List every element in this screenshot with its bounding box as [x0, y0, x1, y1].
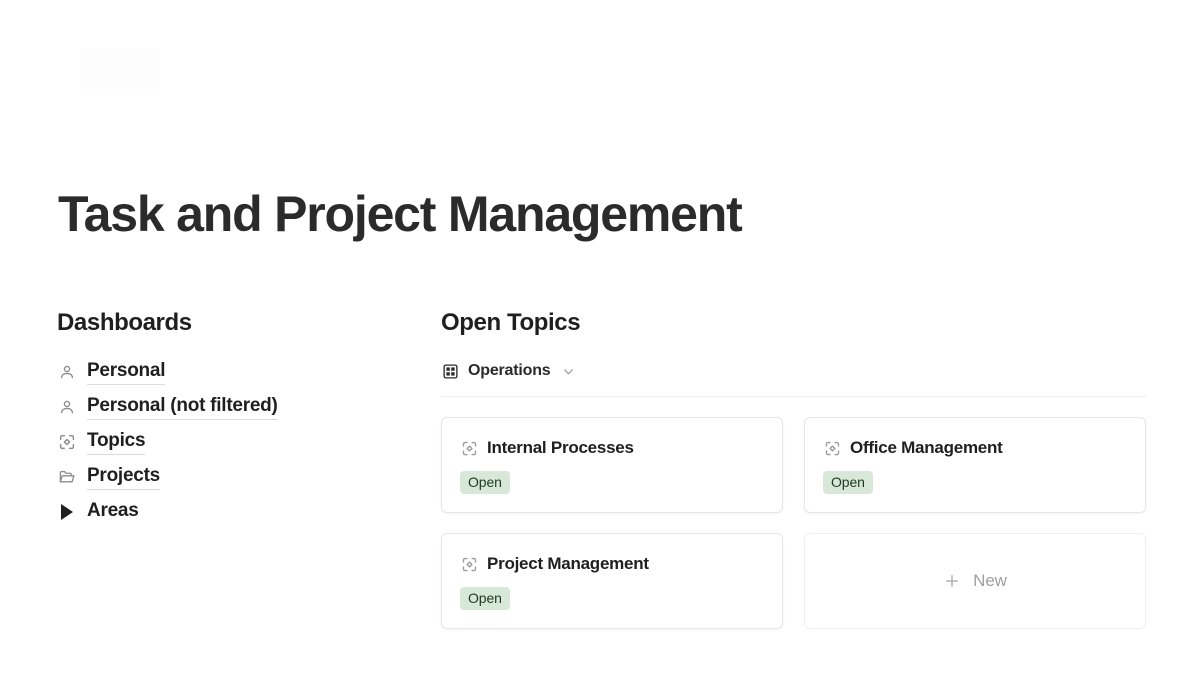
sidebar-item-areas[interactable]: Areas [57, 494, 417, 529]
card-title: Project Management [487, 554, 649, 573]
view-divider [441, 396, 1147, 397]
sidebar-item-label: Topics [87, 429, 146, 455]
card-header: Office Management [823, 438, 1127, 458]
view-label: Operations [468, 362, 551, 379]
dashboards-heading: Dashboards [57, 309, 192, 336]
sidebar-item-label: Personal [87, 359, 166, 385]
status-badge: Open [460, 587, 510, 610]
sidebar-item-personal-not-filtered[interactable]: Personal (not filtered) [57, 389, 417, 424]
open-topics-heading: Open Topics [441, 309, 581, 336]
folder-icon [57, 467, 77, 487]
focus-icon [460, 439, 478, 457]
focus-icon [823, 439, 841, 457]
sidebar-item-topics[interactable]: Topics [57, 424, 417, 459]
sidebar-item-label: Personal (not filtered) [87, 394, 278, 420]
new-card-label: New [973, 571, 1007, 590]
topic-card[interactable]: Internal Processes Open [441, 417, 783, 513]
dashboards-list: Personal Personal (not filtered) Topics … [57, 354, 417, 529]
focus-icon [460, 555, 478, 573]
focus-icon [57, 432, 77, 452]
sidebar-item-personal[interactable]: Personal [57, 354, 417, 389]
new-card-button[interactable]: New [804, 533, 1146, 629]
card-header: Internal Processes [460, 438, 764, 458]
person-icon [57, 397, 77, 417]
status-badge: Open [823, 471, 873, 494]
topic-card[interactable]: Project Management Open [441, 533, 783, 629]
cover-placeholder [80, 48, 160, 94]
gallery-view-icon [441, 362, 460, 381]
topic-card[interactable]: Office Management Open [804, 417, 1146, 513]
sidebar-item-label: Projects [87, 464, 160, 490]
plus-icon [943, 572, 961, 590]
person-icon [57, 362, 77, 382]
open-topics-column: Open Topics Operations Internal Processe… [441, 308, 1147, 629]
topic-cards-grid: Internal Processes Open Office Managemen… [441, 417, 1147, 629]
card-title: Internal Processes [487, 438, 634, 457]
card-header: Project Management [460, 554, 764, 574]
view-selector[interactable]: Operations [441, 358, 1147, 384]
card-title: Office Management [850, 438, 1003, 457]
status-badge: Open [460, 471, 510, 494]
sidebar-item-projects[interactable]: Projects [57, 459, 417, 494]
triangle-right-icon[interactable] [57, 502, 77, 522]
chevron-down-icon[interactable] [560, 363, 576, 379]
dashboards-column: Dashboards Personal Personal (not filter… [57, 308, 417, 529]
page-title: Task and Project Management [58, 186, 743, 242]
sidebar-item-label: Areas [87, 500, 139, 521]
